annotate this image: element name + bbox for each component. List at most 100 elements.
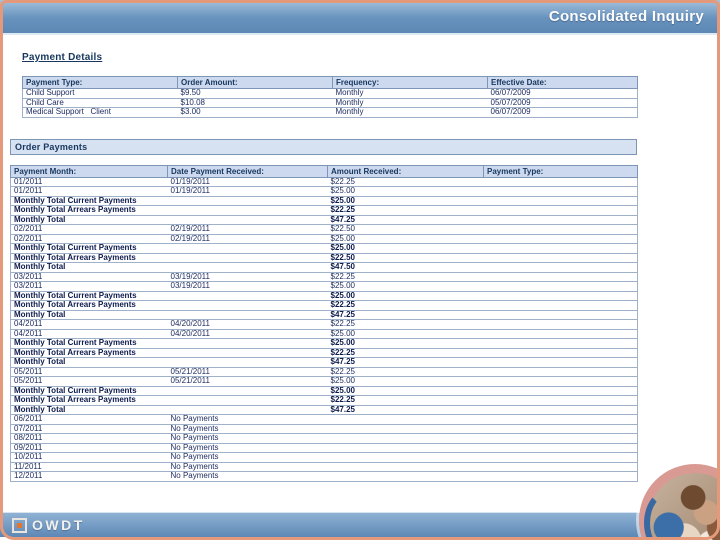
table-cell: $25.00 [327,386,484,396]
table-cell [483,433,638,444]
table-row: Monthly Total $47.25 [10,357,638,368]
table-cell: 06/07/2009 [487,88,638,99]
table-cell: No Payments [167,414,328,425]
table-cell [483,196,638,206]
table-cell: 01/2011 [10,177,168,187]
table-cell [483,443,638,453]
table-cell [327,414,484,425]
table-cell [167,395,328,406]
table-cell: $25.00 [327,186,484,197]
table-row: 09/2011 No Payments [10,443,638,453]
table-cell: $22.25 [327,319,484,330]
table-cell [483,300,638,311]
table-cell [167,205,328,216]
table-cell [167,196,328,206]
table-cell: 01/2011 [10,186,168,197]
table-row: Medical Support Client $3.00 Monthly 06/07/… [22,107,638,118]
table-cell: Monthly Total Current Payments [10,386,168,396]
table-row: 01/2011 01/19/2011 $22.25 [10,177,638,187]
slide: Consolidated Inquiry Payment Details Pay… [0,0,720,540]
table-cell: $9.50 [177,88,333,99]
table-cell: 01/19/2011 [167,177,328,187]
table-cell [483,186,638,197]
table-cell: Monthly Total [10,357,168,368]
table-cell [167,310,328,320]
table-cell: Monthly [332,98,488,108]
table-row: Monthly Total Current Payments $25.00 [10,291,638,301]
table-cell [483,462,638,472]
table-cell [167,253,328,263]
table-cell [483,205,638,216]
table-cell [327,443,484,453]
table-cell: $22.25 [327,300,484,311]
column-header: Frequency: [332,76,488,89]
table-row: Monthly Total Arrears Payments $22.25 [10,300,638,311]
table-cell: $22.50 [327,224,484,235]
table-cell [167,291,328,301]
table-cell: $47.50 [327,262,484,273]
table-cell [483,329,638,339]
table-row: 01/2011 01/19/2011 $25.00 [10,186,638,197]
table-cell: 05/21/2011 [167,367,328,377]
table-cell: Monthly Total [10,262,168,273]
table-cell: 05/2011 [10,367,168,377]
table-row: 05/2011 05/21/2011 $25.00 [10,376,638,387]
table-cell [483,452,638,463]
table-cell: $25.00 [327,281,484,292]
table-cell [483,414,638,425]
table-row: 06/2011 No Payments [10,414,638,425]
slide-header-bar: Consolidated Inquiry [0,0,720,35]
table-cell: $25.00 [327,329,484,339]
table-cell: $22.25 [327,367,484,377]
table-row: 05/2011 05/21/2011 $22.25 [10,367,638,377]
table-cell [483,281,638,292]
table-cell [483,319,638,330]
table-cell: $3.00 [177,107,333,118]
column-header: Amount Received: [327,164,484,178]
table-header-row: Payment Type: Order Amount: Frequency: E… [22,76,638,89]
slide-footer-bar: OWDT [0,512,720,537]
table-cell: Monthly Total Arrears Payments [10,253,168,263]
table-cell [167,300,328,311]
column-header: Effective Date: [487,76,638,89]
table-cell: No Payments [167,462,328,472]
table-cell: 06/2011 [10,414,168,425]
table-row: Monthly Total $47.25 [10,405,638,415]
table-cell [327,462,484,472]
table-cell: Monthly Total Current Payments [10,291,168,301]
table-cell [483,262,638,273]
table-cell [483,405,638,415]
table-cell [327,424,484,434]
table-cell: 02/19/2011 [167,224,328,235]
owdt-logo: OWDT [12,517,85,533]
owdt-logo-icon [12,517,27,533]
table-cell: $25.00 [327,243,484,254]
table-cell: $22.50 [327,253,484,263]
table-cell: 03/19/2011 [167,272,328,282]
table-cell: $22.25 [327,205,484,216]
table-row: 02/2011 02/19/2011 $22.50 [10,224,638,235]
table-cell [483,177,638,187]
table-row: 10/2011 No Payments [10,452,638,463]
table-cell [483,291,638,301]
column-header: Order Amount: [177,76,333,89]
table-cell [483,376,638,387]
table-cell: Monthly Total Current Payments [10,338,168,349]
table-cell: 04/20/2011 [167,329,328,339]
table-cell [483,224,638,235]
table-header-row: Payment Month: Date Payment Received: Am… [10,164,638,178]
table-row: Monthly Total Current Payments $25.00 [10,243,638,254]
table-row: Monthly Total Current Payments $25.00 [10,386,638,396]
table-row: 03/2011 03/19/2011 $25.00 [10,281,638,292]
table-row: Monthly Total Arrears Payments $22.25 [10,395,638,406]
slide-title: Consolidated Inquiry [548,8,704,25]
table-cell: 07/2011 [10,424,168,434]
table-cell: Monthly Total [10,215,168,225]
table-row: 11/2011 No Payments [10,462,638,472]
people-photo [639,464,720,540]
table-cell: Monthly Total [10,310,168,320]
table-cell [167,348,328,358]
table-row: 03/2011 03/19/2011 $22.25 [10,272,638,282]
table-cell: $47.25 [327,310,484,320]
table-cell [483,348,638,358]
